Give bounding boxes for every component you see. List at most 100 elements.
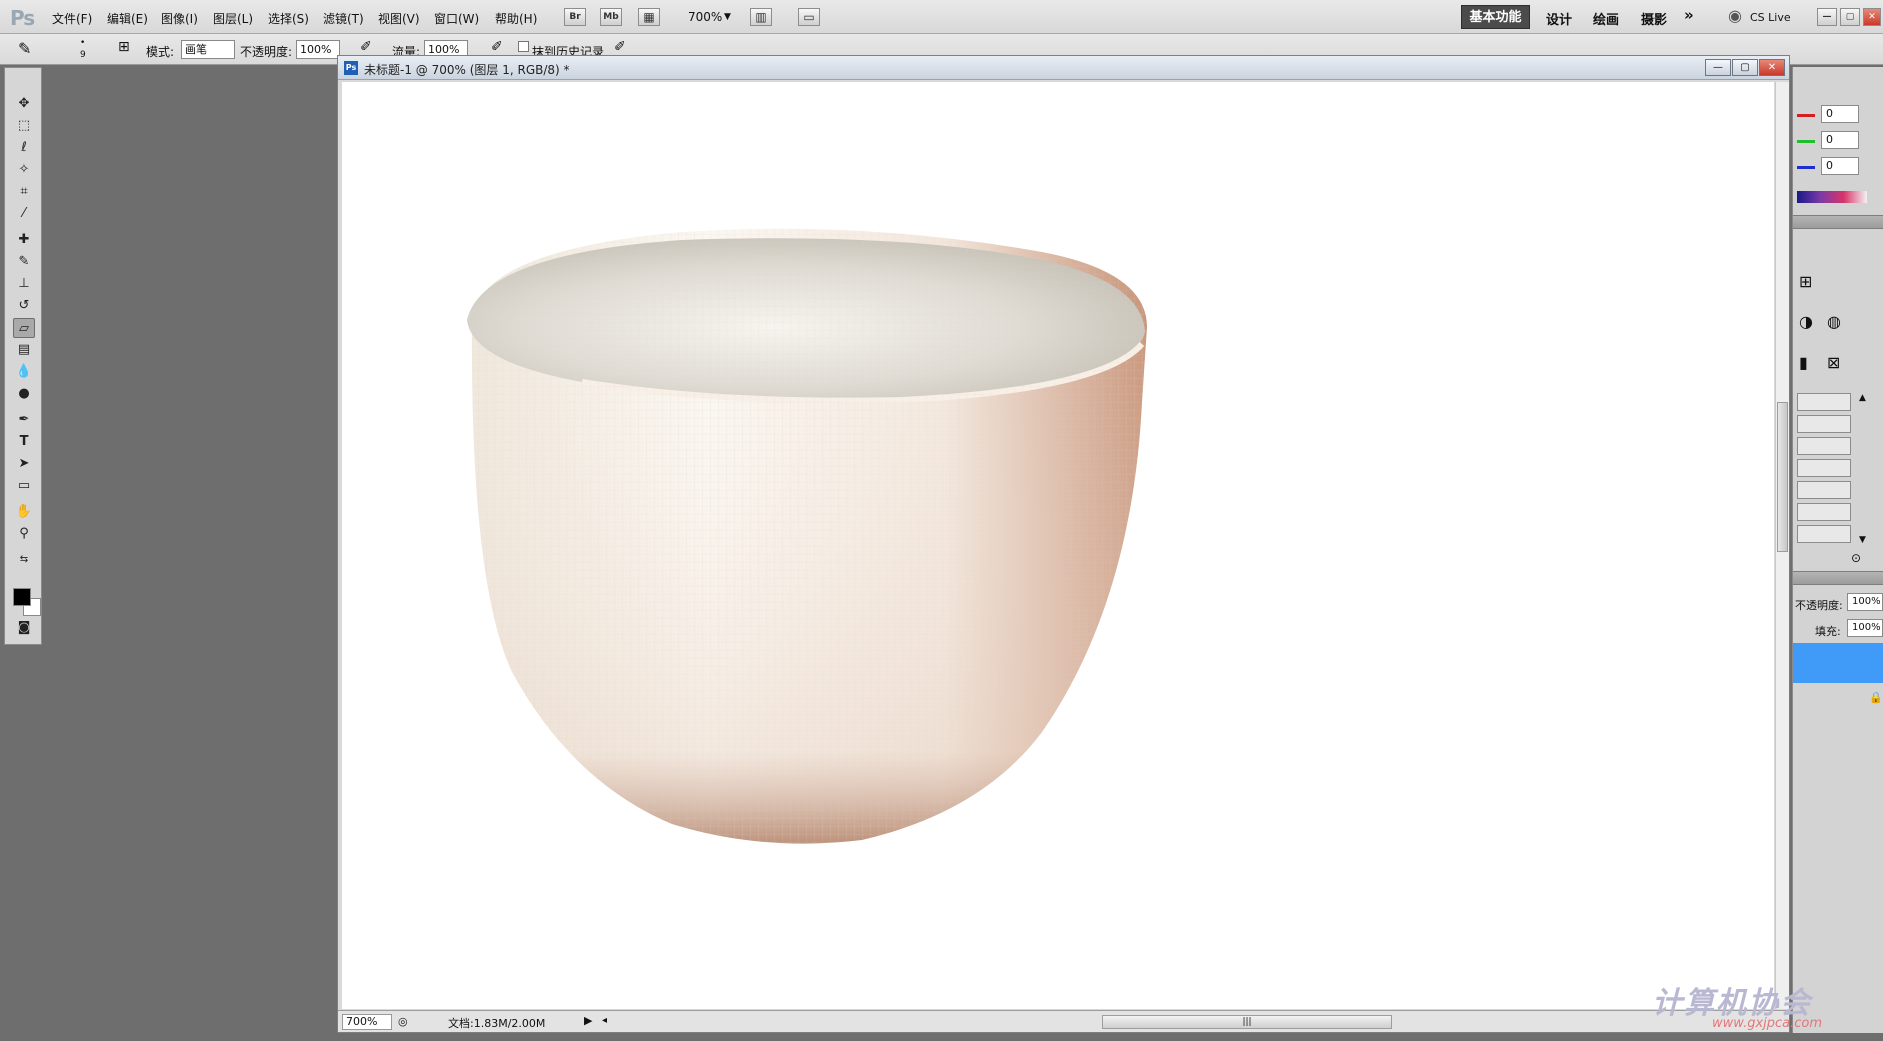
screen-mode-icon[interactable]: ▭ — [798, 8, 820, 26]
red-value-field[interactable]: 0 — [1821, 105, 1859, 123]
green-value-field[interactable]: 0 — [1821, 131, 1859, 149]
marquee-tool-icon[interactable]: ⬚ — [13, 116, 35, 136]
list-item[interactable] — [1797, 459, 1851, 477]
swap-colors-icon[interactable]: ⇆ — [13, 550, 35, 570]
minimize-app-icon[interactable]: — — [1817, 8, 1837, 26]
pen-tool-icon[interactable]: ✒ — [13, 410, 35, 430]
menu-view[interactable]: 视图(V) — [378, 10, 420, 27]
adjustment-preset-icon[interactable]: ◑ — [1799, 312, 1813, 331]
layers-panel-header[interactable] — [1793, 571, 1883, 585]
channel-mixer-icon[interactable]: ◍ — [1827, 312, 1841, 331]
zoom-level[interactable]: 700% — [688, 10, 722, 24]
list-item[interactable] — [1797, 393, 1851, 411]
eraser-tool-icon[interactable]: ▱ — [13, 318, 35, 338]
quick-selection-tool-icon[interactable]: ✧ — [13, 160, 35, 180]
menu-edit[interactable]: 编辑(E) — [107, 10, 148, 27]
arrange-documents-icon[interactable]: ▥ — [750, 8, 772, 26]
mode-select[interactable]: 画笔 — [181, 40, 235, 59]
new-adjustment-icon[interactable]: ⊞ — [1799, 272, 1812, 291]
minimize-document-icon[interactable]: — — [1705, 59, 1731, 76]
clone-stamp-tool-icon[interactable]: ⊥ — [13, 274, 35, 294]
move-tool-icon[interactable]: ✥ — [13, 94, 35, 114]
menu-select[interactable]: 选择(S) — [268, 10, 309, 27]
status-info-icon[interactable]: ◎ — [398, 1015, 408, 1028]
workspace-photography[interactable]: 摄影 — [1641, 9, 1667, 28]
dodge-tool-icon[interactable]: ● — [13, 384, 35, 404]
airbrush-pressure-icon[interactable]: ✐ — [360, 39, 372, 55]
menu-window[interactable]: 窗口(W) — [434, 10, 479, 27]
blur-tool-icon[interactable]: 💧 — [13, 362, 35, 382]
list-item[interactable] — [1797, 503, 1851, 521]
app-logo: Ps — [10, 6, 35, 30]
scroll-down-icon[interactable]: ▼ — [1859, 535, 1866, 545]
green-channel-bar — [1797, 140, 1815, 143]
status-zoom-field[interactable]: 700% — [342, 1014, 392, 1030]
zoom-tool-icon[interactable]: ⚲ — [13, 524, 35, 544]
cs-live-menu[interactable]: CS Live — [1750, 11, 1791, 24]
menu-image[interactable]: 图像(I) — [161, 10, 198, 27]
chevron-down-icon[interactable]: ▼ — [724, 12, 731, 22]
erase-history-checkbox[interactable] — [518, 41, 529, 52]
restore-document-icon[interactable]: ▢ — [1732, 59, 1758, 76]
menu-help[interactable]: 帮助(H) — [495, 10, 537, 27]
list-item[interactable] — [1797, 525, 1851, 543]
workspace-design[interactable]: 设计 — [1546, 9, 1572, 28]
tablet-pressure-icon[interactable]: ✐ — [614, 39, 626, 55]
lock-icon[interactable]: 🔒 — [1869, 691, 1883, 704]
bridge-button[interactable]: Br — [564, 8, 586, 26]
selective-color-icon[interactable]: ⊠ — [1827, 353, 1840, 372]
close-document-icon[interactable]: ✕ — [1759, 59, 1785, 76]
close-app-icon[interactable]: ✕ — [1863, 8, 1881, 26]
document-window: Ps 未标题-1 @ 700% (图层 1, RGB/8) * — ▢ ✕ 70… — [337, 55, 1790, 1033]
panel-options-icon[interactable]: ⊙ — [1851, 551, 1861, 565]
color-spectrum[interactable] — [1797, 191, 1867, 203]
vertical-scroll-thumb[interactable] — [1777, 402, 1788, 552]
cs-live-icon[interactable]: ◉ — [1728, 6, 1742, 25]
more-workspaces-icon[interactable]: » — [1684, 6, 1694, 24]
quick-mask-icon[interactable]: ◙ — [13, 618, 35, 638]
history-brush-tool-icon[interactable]: ↺ — [13, 296, 35, 316]
menu-file[interactable]: 文件(F) — [52, 10, 92, 27]
view-extras-icon[interactable]: ▦ — [638, 8, 660, 26]
vertical-scrollbar[interactable] — [1775, 82, 1789, 1009]
healing-brush-tool-icon[interactable]: ✚ — [13, 230, 35, 250]
path-selection-tool-icon[interactable]: ➤ — [13, 454, 35, 474]
foreground-color-swatch[interactable] — [13, 588, 31, 606]
eyedropper-tool-icon[interactable]: ⁄ — [13, 204, 35, 224]
layer-fill-field[interactable]: 100% — [1847, 619, 1883, 637]
selected-layer-row[interactable] — [1793, 643, 1883, 683]
eraser-tool-icon[interactable]: ✎ — [18, 39, 31, 58]
menu-filter[interactable]: 滤镜(T) — [323, 10, 364, 27]
minibridge-button[interactable]: Mb — [600, 8, 622, 26]
brush-panel-icon[interactable]: ⊞ — [118, 39, 130, 55]
brush-preview-icon[interactable]: • — [80, 38, 85, 48]
workspace-painting[interactable]: 绘画 — [1593, 9, 1619, 28]
scroll-left-icon[interactable]: ◂ — [602, 1015, 607, 1026]
lasso-tool-icon[interactable]: ℓ — [13, 138, 35, 158]
type-tool-icon[interactable]: T — [13, 432, 35, 452]
horizontal-scroll-thumb[interactable]: ||| — [1102, 1015, 1392, 1029]
brush-tool-icon[interactable]: ✎ — [13, 252, 35, 272]
right-panel-dock: 0 0 0 ⊞ ◑ ◍ ▮ ⊠ ▲ ▼ ⊙ 不透明度: 100% 填充: 100… — [1792, 67, 1883, 1033]
restore-app-icon[interactable]: ▢ — [1840, 8, 1860, 26]
status-menu-arrow-icon[interactable]: ▶ — [584, 1014, 592, 1027]
blue-value-field[interactable]: 0 — [1821, 157, 1859, 175]
shape-tool-icon[interactable]: ▭ — [13, 476, 35, 496]
menu-layer[interactable]: 图层(L) — [213, 10, 253, 27]
crop-tool-icon[interactable]: ⌗ — [13, 182, 35, 202]
airbrush-icon[interactable]: ✐ — [491, 39, 503, 55]
layer-opacity-field[interactable]: 100% — [1847, 593, 1883, 611]
list-item[interactable] — [1797, 437, 1851, 455]
status-document-size: 文档:1.83M/2.00M — [448, 1017, 546, 1030]
hand-tool-icon[interactable]: ✋ — [13, 502, 35, 522]
adjustments-panel-header[interactable] — [1793, 215, 1883, 229]
workspace-essentials[interactable]: 基本功能 — [1461, 5, 1530, 29]
scroll-up-icon[interactable]: ▲ — [1859, 393, 1866, 403]
gradient-map-icon[interactable]: ▮ — [1799, 353, 1808, 372]
red-channel-bar — [1797, 114, 1815, 117]
gradient-tool-icon[interactable]: ▤ — [13, 340, 35, 360]
list-item[interactable] — [1797, 481, 1851, 499]
canvas[interactable] — [342, 82, 1774, 1009]
opacity-field[interactable]: 100% — [296, 40, 340, 59]
list-item[interactable] — [1797, 415, 1851, 433]
